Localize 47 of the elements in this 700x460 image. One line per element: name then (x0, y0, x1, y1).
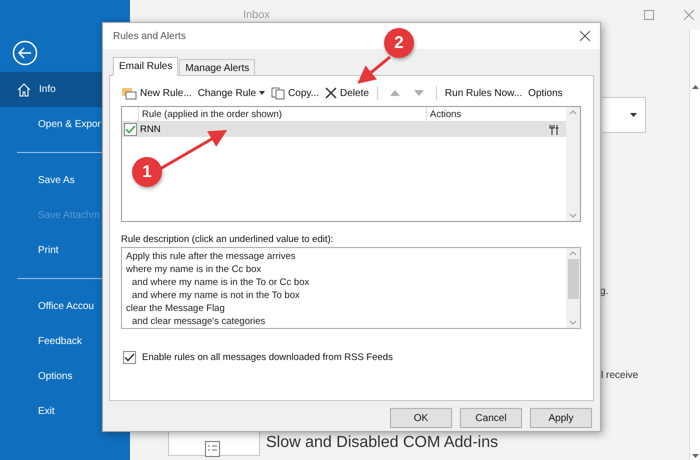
maximize-icon[interactable] (644, 10, 654, 20)
addin-title: Slow and Disabled COM Add-ins (266, 434, 498, 452)
dialog-button[interactable]: OK (390, 408, 452, 428)
scroll-down-icon[interactable] (692, 454, 698, 458)
caret-icon (259, 91, 266, 95)
dialog-button[interactable]: Apply (530, 408, 592, 428)
close-icon[interactable] (580, 31, 590, 41)
scrollbar[interactable] (689, 30, 700, 460)
checkbox[interactable] (124, 123, 137, 136)
caret-icon (630, 113, 637, 117)
scroll-up-icon[interactable] (569, 251, 577, 256)
rule-row[interactable]: RNN (122, 122, 566, 137)
scrollbar[interactable] (566, 107, 580, 221)
rule-description-line: Apply this rule after the message arrives (126, 250, 296, 263)
rule-description-line: and where my name is in the To or Cc box (131, 276, 310, 289)
new-rule-icon (121, 86, 137, 100)
run-button[interactable]: Run Rules Now... (444, 88, 522, 98)
checkbox-label: Enable rules on all messages downloaded from RSS Feeds (142, 352, 393, 363)
copy-icon (271, 86, 286, 100)
dialog-title: Rules and Alerts (113, 30, 186, 42)
scroll-down-icon[interactable] (569, 320, 577, 325)
checkbox[interactable] (123, 351, 136, 364)
back-icon[interactable] (12, 40, 38, 66)
delete-button[interactable]: Delete (325, 87, 369, 99)
rule-description-line: clear the Message Flag (126, 302, 226, 315)
options-button[interactable]: Options (528, 88, 563, 98)
tools-icon (549, 124, 560, 136)
scroll-up-icon[interactable] (569, 110, 577, 115)
scroll-up-icon[interactable] (692, 85, 698, 89)
dropdown[interactable] (602, 97, 646, 133)
column-header: Rule (applied in the order shown) (138, 107, 426, 121)
body-text: l receive (601, 370, 640, 381)
rule-description-line: and where my name is not in the To box (131, 289, 301, 302)
tab[interactable]: Manage Alerts (179, 59, 256, 76)
description-label: Rule description (click an underlined value to edit): (121, 234, 334, 245)
copy-button[interactable]: Copy... (271, 86, 319, 100)
rule-description-line: and clear message's categories (131, 315, 266, 328)
window-title: Inbox (243, 9, 270, 21)
tab[interactable]: Email Rules (113, 57, 178, 76)
home-icon (17, 82, 31, 96)
scrollbar[interactable] (566, 248, 580, 328)
rule-description-line: where my name is in the Cc box (126, 263, 262, 276)
scroll-down-icon[interactable] (569, 213, 577, 218)
dialog-button[interactable]: Cancel (460, 408, 522, 428)
close-icon (325, 87, 337, 99)
change-button[interactable]: Change Rule (198, 88, 266, 98)
rule-name: RNN (140, 124, 162, 135)
